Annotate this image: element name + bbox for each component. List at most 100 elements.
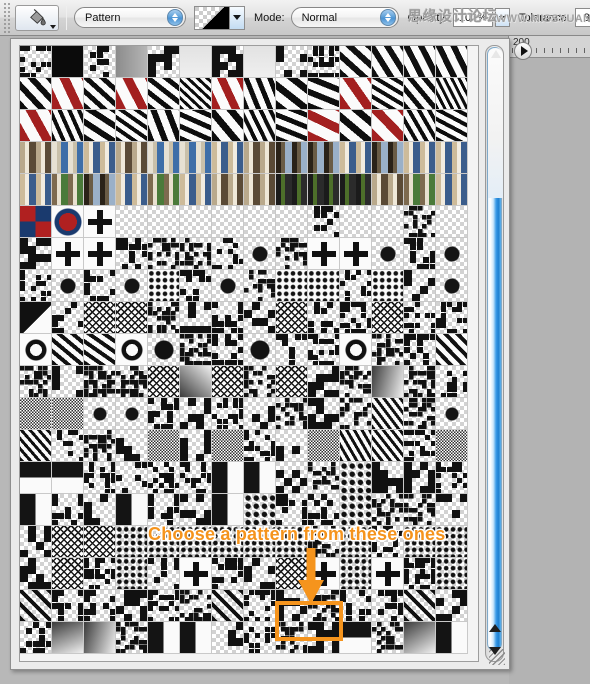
pattern-swatch[interactable]: [116, 622, 148, 654]
blend-mode-stepper-icon[interactable]: [379, 9, 396, 26]
pattern-swatch[interactable]: [116, 366, 148, 398]
pattern-swatch[interactable]: [148, 366, 180, 398]
pattern-swatch[interactable]: [84, 302, 116, 334]
pattern-swatch[interactable]: [436, 46, 468, 78]
pattern-swatch[interactable]: [84, 398, 116, 430]
pattern-swatch[interactable]: [148, 430, 180, 462]
pattern-swatch[interactable]: [116, 206, 148, 238]
pattern-swatch[interactable]: [212, 78, 244, 110]
pattern-swatch[interactable]: [20, 590, 52, 622]
pattern-swatch[interactable]: [212, 590, 244, 622]
pattern-swatch[interactable]: [116, 398, 148, 430]
pattern-swatch[interactable]: [244, 110, 276, 142]
pattern-swatch[interactable]: [340, 302, 372, 334]
pattern-swatch[interactable]: [84, 366, 116, 398]
pattern-swatch[interactable]: [116, 462, 148, 494]
pattern-swatch[interactable]: [404, 142, 436, 174]
pattern-swatch[interactable]: [372, 366, 404, 398]
pattern-swatch[interactable]: [372, 622, 404, 654]
pattern-swatch[interactable]: [116, 430, 148, 462]
pattern-swatch[interactable]: [116, 334, 148, 366]
pattern-swatch[interactable]: [276, 366, 308, 398]
pattern-swatch[interactable]: [180, 174, 212, 206]
pattern-swatch[interactable]: [404, 206, 436, 238]
pattern-swatch[interactable]: [308, 398, 340, 430]
pattern-swatch[interactable]: [276, 270, 308, 302]
pattern-swatch[interactable]: [244, 430, 276, 462]
pattern-swatch[interactable]: [52, 462, 84, 494]
pattern-swatch[interactable]: [372, 494, 404, 526]
pattern-swatch[interactable]: [404, 494, 436, 526]
pattern-swatch[interactable]: [276, 110, 308, 142]
pattern-swatch[interactable]: [180, 206, 212, 238]
pattern-swatch[interactable]: [404, 558, 436, 590]
pattern-swatch[interactable]: [372, 270, 404, 302]
pattern-swatch[interactable]: [20, 174, 52, 206]
pattern-swatch[interactable]: [436, 142, 468, 174]
pattern-swatch[interactable]: [340, 238, 372, 270]
pattern-swatch[interactable]: [308, 302, 340, 334]
pattern-swatch-preview[interactable]: [194, 5, 230, 30]
pattern-swatch[interactable]: [276, 334, 308, 366]
pattern-swatch[interactable]: [180, 270, 212, 302]
pattern-swatch[interactable]: [244, 590, 276, 622]
pattern-swatch[interactable]: [116, 78, 148, 110]
pattern-swatch[interactable]: [20, 270, 52, 302]
pattern-swatch[interactable]: [84, 78, 116, 110]
pattern-swatch[interactable]: [308, 174, 340, 206]
pattern-swatch[interactable]: [276, 238, 308, 270]
pattern-swatch[interactable]: [212, 430, 244, 462]
pattern-swatch[interactable]: [20, 334, 52, 366]
pattern-swatch[interactable]: [116, 270, 148, 302]
pattern-swatch[interactable]: [308, 206, 340, 238]
pattern-swatch[interactable]: [244, 46, 276, 78]
pattern-swatch[interactable]: [372, 78, 404, 110]
pattern-swatch[interactable]: [84, 622, 116, 654]
pattern-swatch[interactable]: [212, 558, 244, 590]
pattern-swatch[interactable]: [436, 430, 468, 462]
pattern-swatch[interactable]: [276, 174, 308, 206]
pattern-swatch[interactable]: [212, 334, 244, 366]
pattern-swatch[interactable]: [404, 174, 436, 206]
pattern-swatch[interactable]: [372, 142, 404, 174]
pattern-swatch[interactable]: [340, 110, 372, 142]
pattern-swatch[interactable]: [148, 622, 180, 654]
pattern-swatch[interactable]: [84, 590, 116, 622]
toolbar-drag-grip[interactable]: [2, 2, 11, 33]
pattern-swatch[interactable]: [148, 462, 180, 494]
pattern-swatch[interactable]: [436, 110, 468, 142]
pattern-swatch[interactable]: [52, 142, 84, 174]
pattern-swatch[interactable]: [116, 494, 148, 526]
pattern-swatch[interactable]: [244, 366, 276, 398]
opacity-input[interactable]: 100%: [452, 8, 493, 27]
pattern-swatch[interactable]: [52, 302, 84, 334]
pattern-swatch[interactable]: [436, 398, 468, 430]
pattern-swatch[interactable]: [340, 142, 372, 174]
pattern-swatch[interactable]: [148, 174, 180, 206]
pattern-swatch[interactable]: [308, 78, 340, 110]
pattern-swatch[interactable]: [404, 590, 436, 622]
pattern-swatch[interactable]: [84, 334, 116, 366]
pattern-swatch[interactable]: [340, 366, 372, 398]
pattern-swatch[interactable]: [436, 590, 468, 622]
pattern-swatch[interactable]: [20, 494, 52, 526]
pattern-swatch[interactable]: [276, 430, 308, 462]
pattern-swatch[interactable]: [276, 398, 308, 430]
pattern-swatch[interactable]: [212, 110, 244, 142]
pattern-swatch[interactable]: [116, 110, 148, 142]
pattern-swatch[interactable]: [340, 46, 372, 78]
pattern-swatch[interactable]: [404, 110, 436, 142]
pattern-swatch[interactable]: [404, 366, 436, 398]
pattern-swatch[interactable]: [20, 142, 52, 174]
pattern-swatch[interactable]: [340, 334, 372, 366]
pattern-swatch[interactable]: [84, 110, 116, 142]
pattern-swatch[interactable]: [180, 110, 212, 142]
pattern-swatch[interactable]: [148, 46, 180, 78]
pattern-swatch[interactable]: [404, 238, 436, 270]
pattern-swatch[interactable]: [308, 142, 340, 174]
pattern-swatch[interactable]: [212, 302, 244, 334]
pattern-swatch[interactable]: [372, 46, 404, 78]
pattern-swatch[interactable]: [116, 558, 148, 590]
pattern-swatch[interactable]: [52, 366, 84, 398]
pattern-swatch[interactable]: [148, 302, 180, 334]
